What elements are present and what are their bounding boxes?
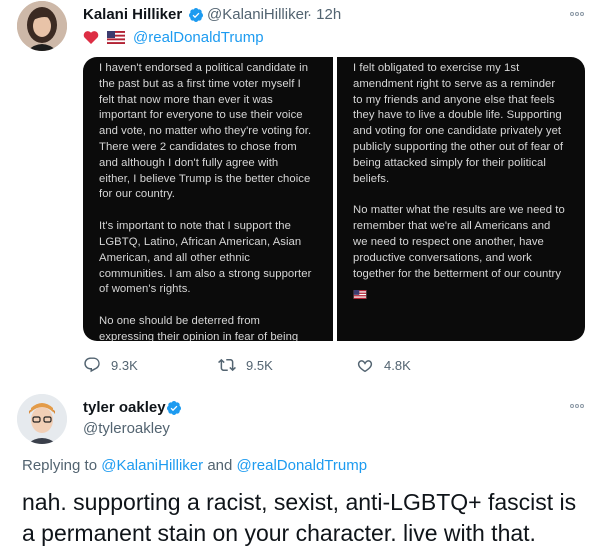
verified-badge-icon — [189, 8, 204, 22]
avatar[interactable] — [17, 1, 67, 51]
us-flag-emoji-icon — [353, 289, 367, 299]
replying-to: Replying to @KalaniHilliker and @realDon… — [22, 457, 367, 474]
reply-count: 9.3K — [111, 357, 138, 373]
heart-emoji-icon — [83, 30, 99, 44]
like-count: 4.8K — [384, 357, 411, 373]
image-text: I haven't endorsed a political candidate… — [99, 62, 312, 201]
media-image-left[interactable]: I haven't endorsed a political candidate… — [83, 57, 333, 341]
reply-author-name[interactable]: tyler oakley — [83, 399, 166, 416]
more-options-icon[interactable] — [570, 404, 584, 408]
retweet-icon — [218, 358, 236, 372]
replying-mention-2[interactable]: @realDonaldTrump — [237, 457, 368, 474]
original-tweet[interactable]: Kalani Hilliker @KalaniHilliker · 12h @r… — [0, 0, 597, 385]
reply-author-handle[interactable]: @tyleroakley — [83, 420, 170, 437]
author-name[interactable]: Kalani Hilliker — [83, 6, 182, 23]
media-image-right[interactable]: I felt obligated to exercise my 1st amen… — [337, 57, 585, 341]
retweet-count: 9.5K — [246, 357, 273, 373]
image-text: It's important to note that I support th… — [99, 220, 312, 296]
avatar[interactable] — [17, 394, 67, 444]
author-handle[interactable]: @KalaniHilliker — [207, 6, 309, 23]
reply-button[interactable]: 9.3K — [83, 355, 138, 375]
image-text: No one should be deterred from expressin… — [99, 315, 299, 341]
image-text: No matter what the results are we need t… — [353, 204, 565, 280]
replying-mention-1[interactable]: @KalaniHilliker — [101, 457, 203, 474]
avatar-image — [17, 1, 67, 51]
bio-mention-link[interactable]: @realDonaldTrump — [133, 29, 264, 46]
avatar-image — [17, 394, 67, 444]
verified-badge-icon — [167, 401, 182, 415]
retweet-button[interactable]: 9.5K — [218, 355, 273, 375]
like-icon — [357, 360, 373, 373]
tweet-media[interactable]: I haven't endorsed a political candidate… — [83, 57, 585, 341]
bio-line: @realDonaldTrump — [83, 26, 264, 48]
image-text: I felt obligated to exercise my 1st amen… — [353, 62, 564, 185]
more-options-icon[interactable] — [570, 12, 584, 16]
tweet-actions: 9.3K 9.5K 4.8K — [83, 355, 503, 375]
replying-and: and — [203, 457, 237, 474]
replying-prefix: Replying to — [22, 457, 102, 474]
tweet-timestamp[interactable]: · 12h — [307, 6, 341, 23]
like-button[interactable]: 4.8K — [356, 355, 411, 375]
reply-text: nah. supporting a racist, sexist, anti-L… — [22, 489, 577, 546]
us-flag-emoji-icon — [107, 30, 125, 44]
reply-icon — [84, 357, 100, 373]
